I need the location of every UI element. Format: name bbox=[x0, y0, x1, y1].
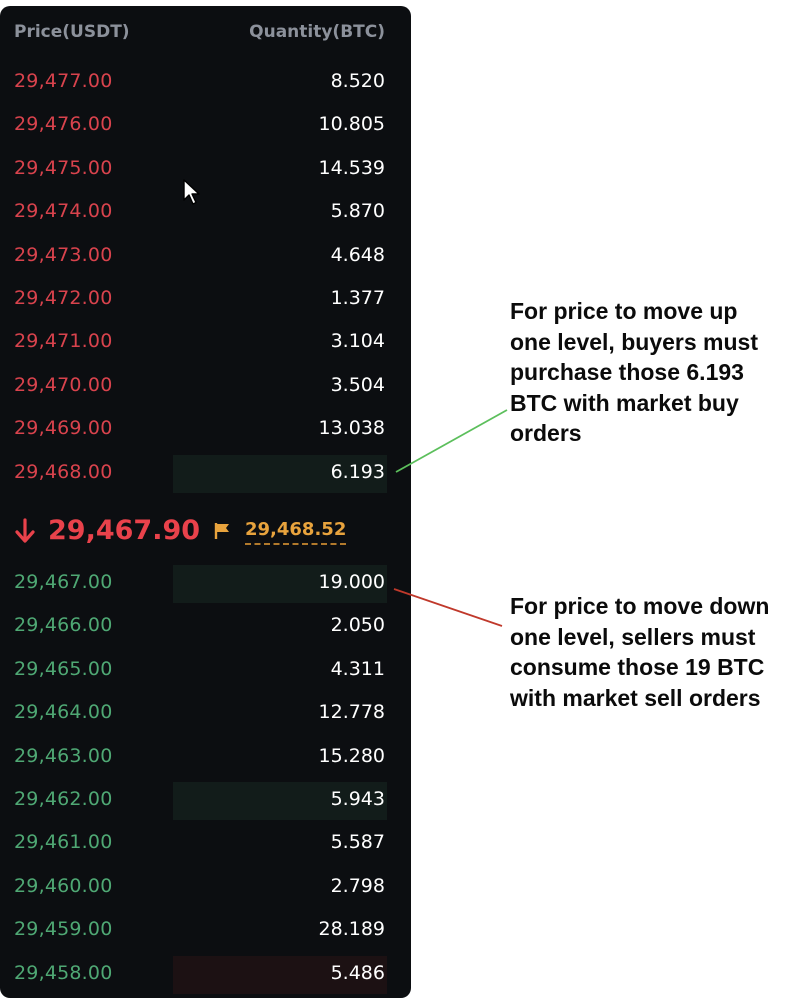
sell-annotation: For price to move down one level, seller… bbox=[510, 593, 770, 711]
bid-quantity: 2.798 bbox=[330, 874, 385, 897]
ask-row[interactable]: 29,473.00 4.648 bbox=[0, 238, 411, 276]
bid-price: 29,458.00 bbox=[14, 961, 113, 984]
bid-price: 29,467.00 bbox=[14, 571, 113, 593]
buy-connector-line bbox=[395, 409, 508, 473]
ask-price: 29,471.00 bbox=[14, 330, 113, 353]
bid-price: 29,462.00 bbox=[14, 788, 113, 810]
bid-row[interactable]: 29,465.00 4.311 bbox=[0, 652, 411, 690]
ask-quantity: 3.504 bbox=[330, 373, 385, 396]
ask-row[interactable]: 29,470.00 3.504 bbox=[0, 368, 411, 406]
ask-row[interactable]: 29,476.00 10.805 bbox=[0, 107, 411, 145]
ask-price: 29,468.00 bbox=[14, 460, 113, 483]
price-column-header: Price(USDT) bbox=[14, 22, 130, 42]
ask-price: 29,469.00 bbox=[14, 417, 113, 440]
bid-row[interactable]: 29,467.00 19.000 bbox=[0, 565, 411, 603]
ask-quantity: 10.805 bbox=[318, 113, 385, 136]
ask-quantity: 4.648 bbox=[330, 243, 385, 266]
bid-quantity: 4.311 bbox=[330, 657, 385, 680]
bid-quantity: 5.486 bbox=[330, 961, 385, 984]
bid-quantity: 5.943 bbox=[330, 788, 385, 810]
ask-row[interactable]: 29,471.00 3.104 bbox=[0, 324, 411, 362]
bid-row[interactable]: 29,462.00 5.943 bbox=[0, 782, 411, 820]
ask-price: 29,473.00 bbox=[14, 243, 113, 266]
ask-row[interactable]: 29,475.00 14.539 bbox=[0, 151, 411, 189]
ask-quantity: 3.104 bbox=[330, 330, 385, 353]
bid-quantity: 12.778 bbox=[318, 701, 385, 724]
bid-price: 29,464.00 bbox=[14, 701, 113, 724]
ask-row[interactable]: 29,474.00 5.870 bbox=[0, 194, 411, 232]
bid-price: 29,465.00 bbox=[14, 657, 113, 680]
mark-price[interactable]: 29,468.52 bbox=[245, 519, 347, 545]
ask-price: 29,474.00 bbox=[14, 200, 113, 223]
bid-quantity: 19.000 bbox=[318, 571, 385, 593]
ask-quantity: 5.870 bbox=[330, 200, 385, 223]
order-book-panel: Price(USDT) Quantity(BTC) 29,477.00 8.520… bbox=[0, 6, 411, 998]
bid-price: 29,461.00 bbox=[14, 831, 113, 854]
bid-price: 29,460.00 bbox=[14, 874, 113, 897]
bid-row[interactable]: 29,464.00 12.778 bbox=[0, 695, 411, 733]
bid-row[interactable]: 29,461.00 5.587 bbox=[0, 825, 411, 863]
bid-quantity: 2.050 bbox=[330, 614, 385, 637]
buy-annotation: For price to move up one level, buyers m… bbox=[510, 298, 758, 446]
mouse-cursor-icon bbox=[183, 179, 200, 205]
ask-price: 29,477.00 bbox=[14, 70, 113, 92]
ask-quantity: 6.193 bbox=[330, 460, 385, 483]
ask-price: 29,470.00 bbox=[14, 373, 113, 396]
bid-quantity: 28.189 bbox=[318, 918, 385, 941]
last-price: 29,467.90 bbox=[48, 515, 201, 546]
ask-row[interactable]: 29,472.00 1.377 bbox=[0, 281, 411, 319]
ask-row[interactable]: 29,477.00 8.520 bbox=[0, 64, 411, 102]
ask-price: 29,475.00 bbox=[14, 156, 113, 179]
ask-row[interactable]: 29,468.00 6.193 bbox=[0, 454, 411, 493]
bid-price: 29,466.00 bbox=[14, 614, 113, 637]
bid-row[interactable]: 29,459.00 28.189 bbox=[0, 912, 411, 950]
ask-quantity: 1.377 bbox=[330, 287, 385, 309]
ask-quantity: 14.539 bbox=[318, 156, 385, 179]
bid-row[interactable]: 29,460.00 2.798 bbox=[0, 869, 411, 907]
bid-quantity: 5.587 bbox=[330, 831, 385, 854]
ask-row[interactable]: 29,469.00 13.038 bbox=[0, 411, 411, 449]
bid-row[interactable]: 29,466.00 2.050 bbox=[0, 608, 411, 646]
arrow-down-icon bbox=[15, 518, 35, 543]
flag-icon bbox=[214, 523, 229, 539]
ask-quantity: 13.038 bbox=[318, 417, 385, 440]
ask-price: 29,476.00 bbox=[14, 113, 113, 136]
quantity-column-header: Quantity(BTC) bbox=[249, 22, 385, 42]
mid-price-bar[interactable]: 29,467.90 29,468.52 bbox=[0, 512, 411, 556]
ask-price: 29,472.00 bbox=[14, 287, 113, 309]
bid-price: 29,459.00 bbox=[14, 918, 113, 941]
bid-row[interactable]: 29,463.00 15.280 bbox=[0, 739, 411, 777]
bid-row[interactable]: 29,458.00 5.486 bbox=[0, 955, 411, 994]
bid-price: 29,463.00 bbox=[14, 744, 113, 767]
bid-quantity: 15.280 bbox=[318, 744, 385, 767]
ask-quantity: 8.520 bbox=[330, 70, 385, 92]
